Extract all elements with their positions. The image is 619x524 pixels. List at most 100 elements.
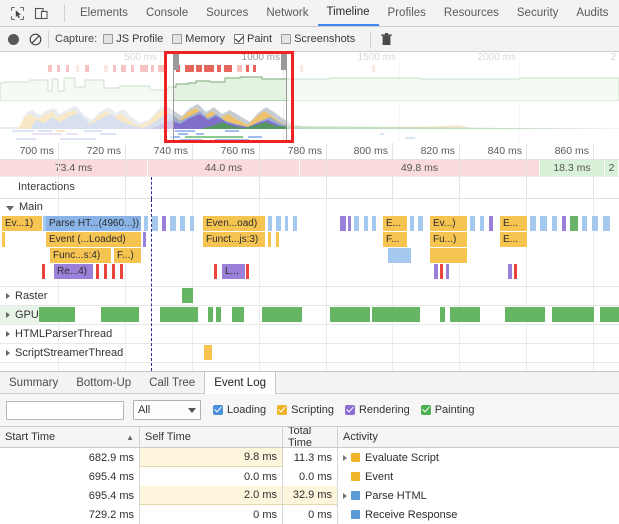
column-header-start-time[interactable]: Start Time ▲	[0, 427, 140, 447]
flame-event[interactable]	[372, 216, 377, 231]
tab-event-log[interactable]: Event Log	[204, 372, 276, 394]
gpu-bar[interactable]	[101, 307, 139, 322]
tab-sources[interactable]: Sources	[197, 0, 257, 26]
flame-event[interactable]	[592, 216, 599, 231]
loading-checkbox-icon[interactable]	[213, 405, 223, 415]
chevron-right-icon[interactable]	[6, 331, 10, 337]
flame-event[interactable]	[268, 232, 272, 247]
capture-option-js-profile[interactable]: JS Profile	[103, 33, 163, 45]
gpu-bar[interactable]	[160, 307, 198, 322]
flame-event[interactable]	[410, 216, 415, 231]
flame-event[interactable]	[268, 216, 273, 231]
column-header-activity[interactable]: Activity	[338, 427, 619, 447]
script-streamer-bar[interactable]	[204, 345, 213, 360]
flame-event[interactable]	[434, 264, 439, 279]
expand-triangle-icon[interactable]	[343, 492, 347, 499]
record-button-icon[interactable]	[8, 33, 19, 45]
tab-elements[interactable]: Elements	[71, 0, 137, 26]
flame-event[interactable]	[104, 264, 108, 279]
flame-event[interactable]	[430, 248, 468, 263]
tab-network[interactable]: Network	[257, 0, 317, 26]
flame-event[interactable]	[162, 216, 167, 231]
gpu-bar[interactable]	[330, 307, 370, 322]
chevron-down-icon[interactable]	[6, 205, 14, 211]
flame-event[interactable]	[112, 264, 116, 279]
tab-bottom-up[interactable]: Bottom-Up	[67, 372, 140, 393]
flame-event[interactable]	[446, 264, 450, 279]
cell-activity[interactable]: Receive Response	[338, 505, 619, 524]
overview-selection-handle-left[interactable]	[173, 52, 179, 70]
flame-event[interactable]	[489, 216, 494, 231]
column-header-total-time[interactable]: Total Time	[283, 427, 338, 449]
flame-event[interactable]	[480, 216, 485, 231]
flame-event[interactable]: Ev...)	[430, 216, 468, 231]
flame-event[interactable]	[364, 216, 369, 231]
gpu-bar[interactable]	[216, 307, 221, 322]
flame-event[interactable]: E...	[500, 232, 528, 247]
flame-event[interactable]	[285, 216, 289, 231]
track-html-parser-thread[interactable]: HTMLParserThread	[0, 325, 112, 343]
painting-checkbox-icon[interactable]	[420, 405, 431, 415]
chevron-right-icon[interactable]	[6, 293, 10, 299]
flame-event[interactable]	[144, 216, 149, 231]
flame-event[interactable]: Fu...)	[430, 232, 468, 247]
table-row[interactable]: 695.4 ms 2.0 ms 32.9 ms Parse HTML	[0, 486, 619, 505]
flame-event[interactable]	[348, 216, 352, 231]
flame-event[interactable]	[143, 232, 147, 247]
category-filter-scripting[interactable]: Scripting	[277, 404, 334, 416]
flame-event[interactable]	[2, 232, 6, 247]
flame-event[interactable]: F...)	[114, 248, 142, 263]
flame-event[interactable]: Even...oad)	[203, 216, 266, 231]
flame-event[interactable]	[180, 216, 186, 231]
flame-event[interactable]	[170, 216, 177, 231]
cell-activity[interactable]: Parse HTML	[338, 486, 619, 505]
tab-security[interactable]: Security	[508, 0, 568, 26]
capture-option-paint[interactable]: Paint	[234, 33, 272, 45]
flame-event[interactable]	[190, 216, 195, 231]
flame-event[interactable]	[388, 248, 412, 263]
flame-event[interactable]	[418, 216, 424, 231]
category-filter-painting[interactable]: Painting	[420, 404, 474, 416]
gpu-bar[interactable]	[208, 307, 213, 322]
flame-event[interactable]	[293, 216, 298, 231]
table-row[interactable]: 729.2 ms 0 ms 0 ms Receive Response	[0, 505, 619, 524]
flame-event[interactable]	[276, 216, 282, 231]
table-row[interactable]: 682.9 ms 9.8 ms 11.3 ms Evaluate Script	[0, 448, 619, 467]
cell-activity[interactable]: Evaluate Script	[338, 448, 619, 467]
overview-selection-handle-right[interactable]	[281, 52, 287, 70]
scripting-checkbox-icon[interactable]	[277, 405, 288, 415]
flame-event[interactable]	[582, 216, 588, 231]
capture-option-memory[interactable]: Memory	[172, 33, 225, 45]
gpu-bar[interactable]	[262, 307, 302, 322]
tab-console[interactable]: Console	[137, 0, 197, 26]
flame-event[interactable]	[540, 216, 548, 231]
tab-call-tree[interactable]: Call Tree	[140, 372, 204, 393]
flame-event[interactable]	[152, 216, 159, 231]
category-filter-loading[interactable]: Loading	[213, 404, 266, 416]
frame-duration[interactable]: 49.8 ms	[300, 160, 540, 176]
trash-icon[interactable]	[381, 32, 392, 46]
flame-event[interactable]: Func...s:4)	[50, 248, 112, 263]
interactions-track[interactable]: Interactions	[0, 177, 619, 199]
flame-event[interactable]: Re...4)	[54, 264, 94, 279]
flame-event[interactable]: F...	[383, 232, 408, 247]
flame-event[interactable]	[354, 216, 360, 231]
event-log-table[interactable]: Start Time ▲ Self Time Total Time Activi…	[0, 427, 619, 524]
flame-event[interactable]	[340, 216, 347, 231]
flame-event[interactable]	[120, 264, 124, 279]
timeline-overview[interactable]: 500 ms 1000 ms 1500 ms 2000 ms 2	[0, 52, 619, 144]
gpu-bar[interactable]	[505, 307, 545, 322]
track-gpu[interactable]: GPU	[0, 306, 39, 324]
device-toolbar-icon[interactable]	[30, 3, 52, 23]
inspect-cursor-icon[interactable]	[6, 3, 28, 23]
flame-event[interactable]: Event (...Loaded)	[46, 232, 142, 247]
gpu-bar[interactable]	[450, 307, 480, 322]
gpu-bar[interactable]	[232, 307, 244, 322]
flame-event[interactable]	[246, 264, 250, 279]
chevron-right-icon[interactable]	[6, 312, 10, 318]
frame-duration[interactable]: 2	[605, 160, 619, 176]
capture-option-screenshots[interactable]: Screenshots	[281, 33, 355, 45]
table-row[interactable]: 695.4 ms 0.0 ms 0.0 ms Event	[0, 467, 619, 486]
raster-bar[interactable]	[182, 288, 193, 303]
gpu-bar[interactable]	[552, 307, 594, 322]
